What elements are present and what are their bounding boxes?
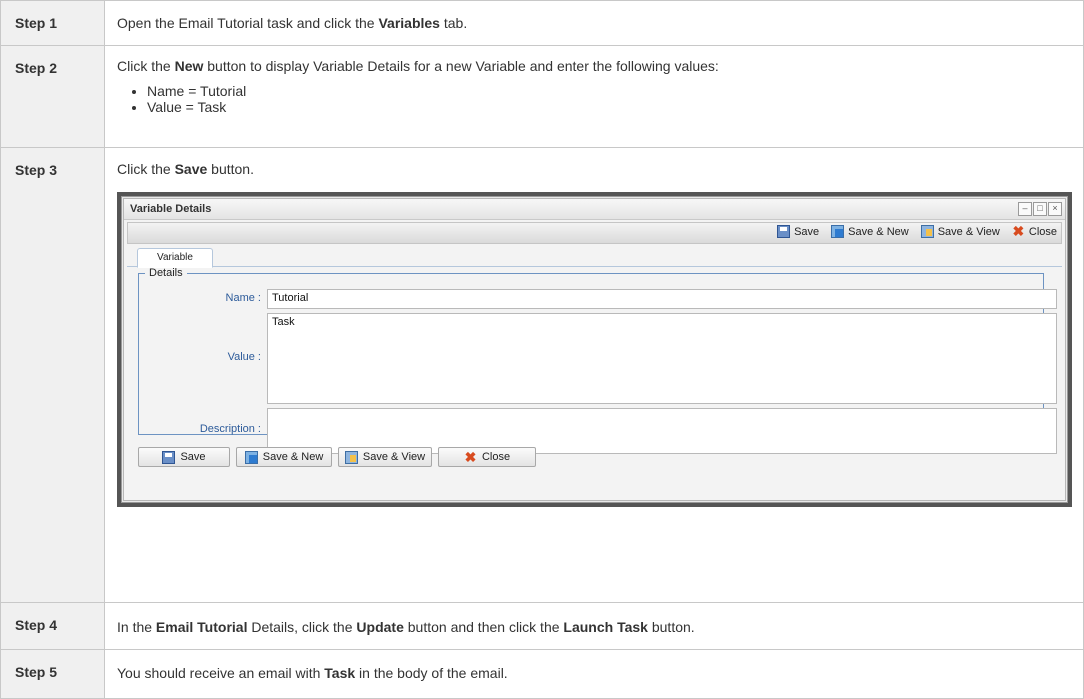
step-row: Step 5 You should receive an email with … bbox=[0, 649, 1084, 699]
button-label: Save bbox=[794, 225, 820, 238]
bold-term: Save bbox=[174, 161, 208, 177]
step-content-cell: Click the Save button. Variable Details … bbox=[104, 147, 1084, 603]
list-item: Value = Task bbox=[147, 99, 1083, 115]
text-segment: button to display Variable Details for a… bbox=[203, 58, 719, 74]
step-label-cell: Step 2 bbox=[0, 45, 105, 148]
step-content-cell: Click the New button to display Variable… bbox=[104, 45, 1084, 148]
text-segment: Open the Email Tutorial task and click t… bbox=[117, 15, 379, 31]
step-row: Step 1 Open the Email Tutorial task and … bbox=[0, 0, 1084, 46]
bold-term: New bbox=[174, 58, 204, 74]
bold-term: Launch Task bbox=[563, 619, 648, 635]
save-icon bbox=[162, 450, 176, 464]
text-segment: tab. bbox=[439, 15, 468, 31]
text-segment: Click the bbox=[117, 58, 175, 74]
button-label: Save bbox=[180, 451, 206, 463]
bold-term: Email Tutorial bbox=[155, 619, 248, 635]
text-segment: In the bbox=[117, 619, 156, 635]
button-label: Close bbox=[481, 451, 511, 463]
step-row: Step 4 In the Email Tutorial Details, cl… bbox=[0, 602, 1084, 650]
text-segment: button. bbox=[647, 619, 695, 635]
text-segment: Details, click the bbox=[247, 619, 357, 635]
step-label: Step 2 bbox=[15, 60, 58, 76]
step-label: Step 3 bbox=[15, 162, 58, 178]
toolbar-close-button[interactable]: ✖ Close bbox=[1012, 223, 1058, 239]
name-label: Name : bbox=[225, 292, 261, 304]
button-label: Save & View bbox=[937, 225, 1000, 238]
close-icon: ✖ bbox=[1012, 223, 1025, 239]
button-label: Save & New bbox=[848, 225, 909, 238]
close-icon: ✖ bbox=[464, 448, 477, 465]
name-field[interactable]: Tutorial bbox=[267, 289, 1057, 309]
button-label: Save & New bbox=[262, 451, 324, 463]
step-text: Click the Save button. bbox=[117, 148, 1083, 178]
text-segment: button. bbox=[207, 161, 254, 177]
save-icon bbox=[777, 225, 791, 238]
save-new-icon bbox=[831, 225, 845, 238]
step-text: Open the Email Tutorial task and click t… bbox=[117, 1, 1083, 32]
details-legend: Details bbox=[149, 267, 183, 279]
close-window-icon[interactable]: × bbox=[1048, 202, 1062, 216]
window-title: Variable Details bbox=[130, 203, 212, 215]
dialog-toolbar: Save Save & New Save & View ✖ Close bbox=[127, 222, 1062, 244]
tab-variable[interactable]: Variable bbox=[137, 248, 213, 268]
step-content-cell: Open the Email Tutorial task and click t… bbox=[104, 0, 1084, 46]
variable-details-window: Variable Details – □ × Save Save & New S… bbox=[123, 198, 1066, 501]
step-label-cell: Step 1 bbox=[0, 0, 105, 46]
step-label-cell: Step 4 bbox=[0, 602, 105, 650]
step-text: Click the New button to display Variable… bbox=[117, 46, 1083, 75]
step-text: In the Email Tutorial Details, click the… bbox=[117, 603, 1083, 636]
step-label-cell: Step 3 bbox=[0, 147, 105, 603]
description-label: Description : bbox=[199, 423, 261, 435]
save-new-button[interactable]: Save & New bbox=[236, 447, 332, 467]
details-fieldset: Details Name : Tutorial Value : Task Des… bbox=[138, 267, 1057, 454]
bullet-list: Name = Tutorial Value = Task bbox=[117, 83, 1083, 115]
text-segment: You should receive an email with bbox=[117, 665, 325, 681]
save-button[interactable]: Save bbox=[138, 447, 230, 467]
step-label: Step 4 bbox=[15, 617, 58, 633]
dialog-screenshot: Variable Details – □ × Save Save & New S… bbox=[117, 192, 1072, 507]
text-segment: button and then click the bbox=[403, 619, 564, 635]
step-label: Step 1 bbox=[15, 15, 58, 31]
button-label: Close bbox=[1028, 225, 1057, 238]
bold-term: Update bbox=[356, 619, 404, 635]
bold-term: Variables bbox=[378, 15, 440, 31]
toolbar-save-view-button[interactable]: Save & View bbox=[920, 225, 1000, 238]
step-content-cell: In the Email Tutorial Details, click the… bbox=[104, 602, 1084, 650]
value-label: Value : bbox=[227, 351, 261, 363]
text-segment: Click the bbox=[117, 161, 175, 177]
text-segment: in the body of the email. bbox=[355, 665, 508, 681]
step-row: Step 2 Click the New button to display V… bbox=[0, 45, 1084, 148]
save-new-icon bbox=[244, 450, 258, 464]
value-field[interactable]: Task bbox=[267, 313, 1057, 404]
toolbar-save-new-button[interactable]: Save & New bbox=[831, 225, 909, 238]
save-view-button[interactable]: Save & View bbox=[338, 447, 432, 467]
save-view-icon bbox=[920, 225, 934, 238]
list-item: Name = Tutorial bbox=[147, 83, 1083, 99]
close-button[interactable]: ✖ Close bbox=[438, 447, 536, 467]
step-text: You should receive an email with Task in… bbox=[117, 650, 1083, 682]
minimize-icon[interactable]: – bbox=[1018, 202, 1032, 216]
window-controls: – □ × bbox=[1018, 202, 1062, 216]
maximize-icon[interactable]: □ bbox=[1033, 202, 1047, 216]
bottom-button-bar: Save Save & New Save & View ✖ Close bbox=[138, 447, 536, 467]
step-label-cell: Step 5 bbox=[0, 649, 105, 699]
steps-table: Step 1 Open the Email Tutorial task and … bbox=[0, 0, 1084, 699]
step-label: Step 5 bbox=[15, 664, 58, 680]
tab-strip: Variable bbox=[127, 244, 1062, 268]
bold-term: Task bbox=[324, 665, 356, 681]
toolbar-save-button[interactable]: Save bbox=[777, 225, 819, 238]
step-row: Step 3 Click the Save button. Variable D… bbox=[0, 147, 1084, 603]
save-view-icon bbox=[344, 450, 358, 464]
step-content-cell: You should receive an email with Task in… bbox=[104, 649, 1084, 699]
window-titlebar: Variable Details – □ × bbox=[124, 199, 1065, 220]
button-label: Save & View bbox=[362, 451, 426, 463]
